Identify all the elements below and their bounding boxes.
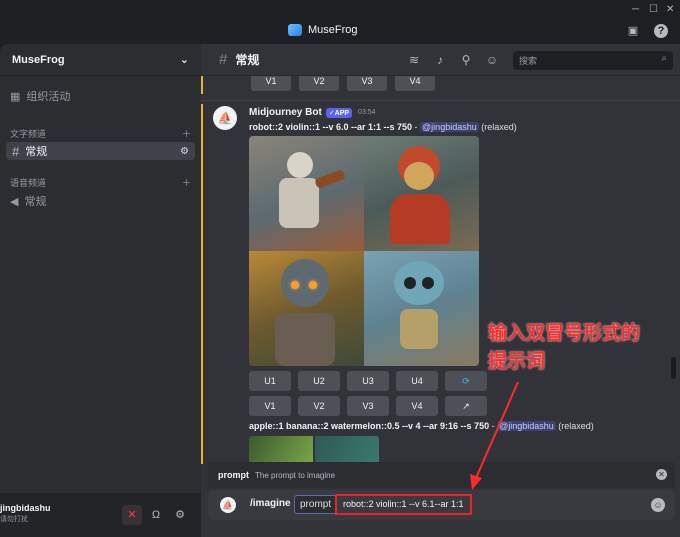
scrollbar[interactable] (671, 357, 676, 379)
username[interactable]: jingbidashu (0, 503, 51, 513)
variation-button-2[interactable]: V2 (298, 396, 340, 416)
upscale-button-1[interactable]: U1 (249, 371, 291, 391)
hash-icon: # (219, 51, 228, 68)
voice-category[interactable]: 语音频道 ＋ (10, 176, 191, 189)
channel-settings-icon[interactable]: ⚙ (180, 146, 189, 157)
option-name: prompt (218, 470, 249, 480)
headphones-icon[interactable]: Ω (146, 505, 166, 525)
title-bar: ─ ☐ ✕ MuseFrog ▣ ? (0, 0, 680, 44)
channel-title: 常规 (235, 53, 260, 67)
search-input[interactable]: 搜索 ⌕ (513, 51, 673, 70)
members-icon[interactable]: ☺ (485, 53, 499, 67)
help-icon[interactable]: ? (654, 24, 668, 38)
channel-sidebar: MuseFrog ⌄ ▦ 组织活动 文字频道 ＋ # 常规 ⚙ 语音频道 ＋ ◀… (0, 44, 201, 537)
option-description: The prompt to imagine (255, 470, 336, 480)
command-option-popup[interactable]: prompt The prompt to imagine ✕ (208, 462, 675, 488)
events-item[interactable]: ▦ 组织活动 (10, 88, 70, 104)
upscale-button-3[interactable]: U3 (347, 371, 389, 391)
app-name: MuseFrog (308, 24, 358, 36)
maximize-icon[interactable]: ☐ (649, 4, 658, 15)
next-user-mention[interactable]: @jingbidashu (497, 421, 556, 431)
text-category-label: 文字频道 (10, 129, 47, 139)
open-link-icon[interactable]: ↗ (445, 396, 487, 416)
image-grid[interactable] (249, 136, 479, 366)
server-header[interactable]: MuseFrog ⌄ (0, 44, 201, 76)
bot-avatar-small: ⛵ (220, 497, 236, 513)
user-panel: jingbidashu 请勿打扰 ✕ Ω ⚙ (0, 493, 201, 537)
annotation-line-1: 输入双冒号形式的 (488, 323, 641, 344)
user-mention[interactable]: @jingbidashu (420, 122, 479, 132)
search-placeholder: 搜索 (519, 56, 538, 66)
chevron-down-icon: ⌄ (179, 54, 189, 66)
mute-mic-icon[interactable]: ✕ (122, 505, 142, 525)
image-robot-dark[interactable] (249, 251, 364, 366)
next-mode-text: (relaxed) (558, 421, 594, 431)
prev-variation-button-3[interactable]: V3 (347, 76, 387, 91)
channel-label: 常规 (25, 146, 48, 158)
channel-item-general[interactable]: # 常规 ⚙ (6, 142, 195, 160)
message-prompt: robot::2 violin::1 --v 6.0 --ar 1:1 --s … (249, 122, 517, 132)
add-channel-icon[interactable]: ＋ (182, 127, 191, 140)
upscale-button-4[interactable]: U4 (396, 371, 438, 391)
server-name: MuseFrog (12, 53, 65, 66)
prompt-text: robot::2 violin::1 --v 6.0 --ar 1:1 --s … (249, 122, 413, 132)
annotation-text: 输入双冒号形式的 提示词 (488, 320, 640, 376)
image-robot-blue[interactable] (364, 251, 479, 366)
close-icon[interactable]: ✕ (656, 469, 667, 480)
image-robot-violin[interactable] (249, 136, 364, 251)
main-panel: # 常规 ≋ ♪ ⚲ ☺ 搜索 ⌕ V1 V2 V3 V4 ⛵ Midjourn… (201, 44, 680, 537)
bell-icon[interactable]: ♪ (433, 53, 447, 67)
variation-button-4[interactable]: V4 (396, 396, 438, 416)
timestamp: 03:54 (358, 109, 376, 116)
search-icon: ⌕ (661, 53, 667, 64)
voice-channel-label: 常规 (24, 196, 47, 208)
calendar-icon: ▦ (10, 90, 21, 103)
message-input[interactable]: ⛵ /imagine prompt robot::2 violin::1 --v… (208, 490, 675, 520)
next-image-1[interactable] (249, 436, 313, 464)
user-status: 请勿打扰 (0, 516, 28, 523)
upscale-button-2[interactable]: U2 (298, 371, 340, 391)
hash-icon: # (12, 143, 20, 159)
inbox-icon[interactable]: ▣ (626, 24, 640, 38)
speaker-icon: ◀ (10, 195, 19, 208)
close-window-icon[interactable]: ✕ (666, 4, 674, 15)
events-label: 组织活动 (26, 91, 71, 103)
message-author: Midjourney Bot ✓APP 03:54 (249, 107, 376, 118)
highlight-bar (201, 76, 203, 94)
add-voice-channel-icon[interactable]: ＋ (182, 176, 191, 189)
message-list: V1 V2 V3 V4 ⛵ Midjourney Bot ✓APP 03:54 … (201, 76, 680, 464)
prev-variation-button-2[interactable]: V2 (299, 76, 339, 91)
app-logo-icon (288, 24, 302, 36)
next-image-2[interactable] (315, 436, 379, 464)
slash-command: /imagine (250, 498, 291, 509)
user-settings-icon[interactable]: ⚙ (170, 505, 190, 525)
divider (201, 100, 680, 101)
app-title: MuseFrog (288, 24, 358, 36)
prev-variation-button-1[interactable]: V1 (251, 76, 291, 91)
prev-variation-button-4[interactable]: V4 (395, 76, 435, 91)
variation-button-1[interactable]: V1 (249, 396, 291, 416)
option-chip[interactable]: prompt (294, 495, 338, 514)
next-message-prompt: apple::1 banana::2 watermelon::0.5 --v 4… (249, 421, 594, 431)
pin-icon[interactable]: ⚲ (459, 53, 473, 67)
threads-icon[interactable]: ≋ (407, 53, 421, 67)
image-robot-scarf[interactable] (364, 136, 479, 251)
emoji-icon[interactable]: ☺ (651, 498, 665, 512)
author-name[interactable]: Midjourney Bot (249, 107, 322, 118)
next-prompt-text: apple::1 banana::2 watermelon::0.5 --v 4… (249, 421, 490, 431)
text-category[interactable]: 文字频道 ＋ (10, 127, 191, 140)
voice-channel-general[interactable]: ◀ 常规 (10, 193, 46, 209)
app-badge: ✓APP (325, 107, 353, 118)
variation-button-3[interactable]: V3 (347, 396, 389, 416)
minimize-icon[interactable]: ─ (632, 4, 639, 15)
highlight-bar (201, 104, 203, 464)
prompt-value-field[interactable]: robot::2 violin::1 --v 6.1--ar 1:1 (335, 494, 472, 515)
mode-text: (relaxed) (481, 122, 517, 132)
reroll-icon[interactable]: ⟳ (445, 371, 487, 391)
bot-avatar[interactable]: ⛵ (213, 106, 237, 130)
voice-category-label: 语音频道 (10, 178, 47, 188)
annotation-line-2: 提示词 (488, 351, 546, 372)
